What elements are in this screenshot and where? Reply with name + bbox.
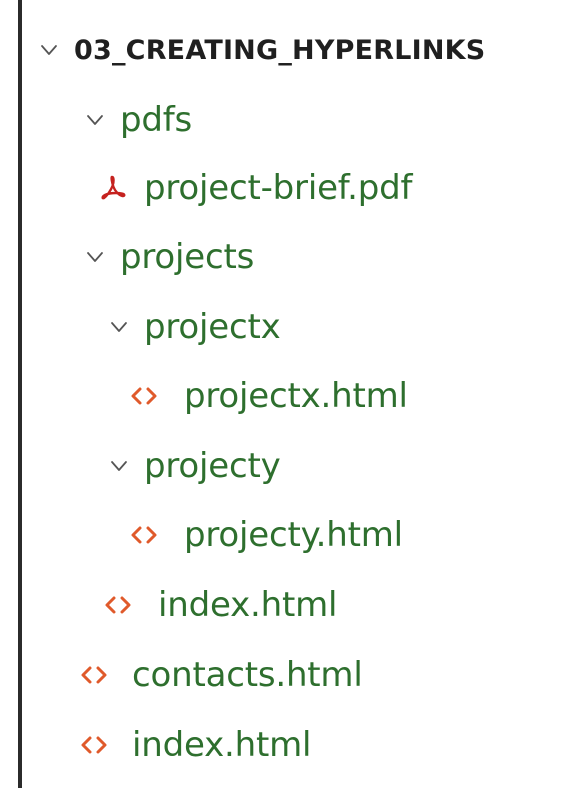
folder-label: projecty xyxy=(144,446,281,486)
chevron-down-icon[interactable] xyxy=(84,246,106,268)
file-label: project-brief.pdf xyxy=(144,168,413,208)
file-label: index.html xyxy=(158,585,338,625)
html-icon xyxy=(130,521,158,549)
file-label: index.html xyxy=(132,725,312,765)
pdf-icon xyxy=(100,174,128,202)
folder-label: projects xyxy=(120,237,255,277)
chevron-down-icon[interactable] xyxy=(38,39,60,61)
folder-projecty[interactable]: projecty xyxy=(108,436,281,496)
html-icon xyxy=(80,661,108,689)
root-folder-label: 03_CREATING_HYPERLINKS xyxy=(74,34,486,66)
file-project-brief-pdf[interactable]: project-brief.pdf xyxy=(100,158,412,218)
html-icon xyxy=(104,591,132,619)
folder-label: pdfs xyxy=(120,100,193,140)
file-contacts-html[interactable]: contacts.html xyxy=(80,645,363,705)
folder-label: projectx xyxy=(144,307,281,347)
file-projects-index-html[interactable]: index.html xyxy=(104,575,337,635)
file-label: projecty.html xyxy=(184,515,403,555)
file-projectx-html[interactable]: projectx.html xyxy=(130,366,408,426)
file-label: contacts.html xyxy=(132,655,363,695)
folder-projects[interactable]: projects xyxy=(84,227,254,287)
file-root-index-html[interactable]: index.html xyxy=(80,715,311,775)
root-folder[interactable]: 03_CREATING_HYPERLINKS xyxy=(38,20,485,80)
file-projecty-html[interactable]: projecty.html xyxy=(130,505,403,565)
chevron-down-icon[interactable] xyxy=(84,109,106,131)
file-label: projectx.html xyxy=(184,376,408,416)
file-explorer: 03_CREATING_HYPERLINKS pdfs project-brie… xyxy=(0,0,561,788)
html-icon xyxy=(80,731,108,759)
html-icon xyxy=(130,382,158,410)
chevron-down-icon[interactable] xyxy=(108,455,130,477)
explorer-left-border xyxy=(18,0,22,788)
folder-projectx[interactable]: projectx xyxy=(108,297,281,357)
chevron-down-icon[interactable] xyxy=(108,316,130,338)
folder-pdfs[interactable]: pdfs xyxy=(84,90,192,150)
